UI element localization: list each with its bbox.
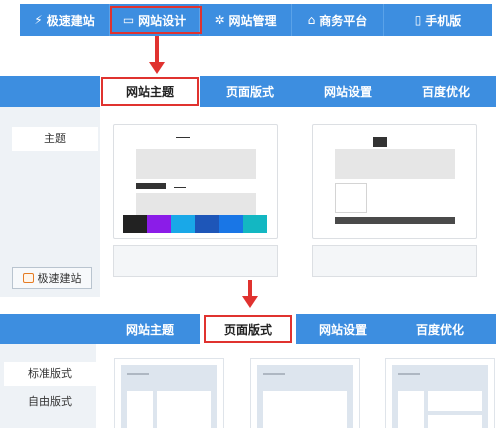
tab-label: 网站主题 bbox=[125, 85, 174, 99]
color-swatch[interactable] bbox=[195, 215, 219, 233]
thumb-banner bbox=[335, 149, 455, 179]
thumb-footer bbox=[335, 217, 455, 224]
nav-mobile[interactable]: ▯ 手机版 bbox=[384, 4, 492, 36]
thumb-logo-bar bbox=[176, 137, 190, 138]
down-arrow-icon bbox=[242, 280, 258, 312]
sidebar-item-label: 主题 bbox=[44, 132, 66, 145]
nav-site-design[interactable]: ▭ 网站设计 bbox=[110, 4, 200, 36]
tab-site-settings[interactable]: 网站设置 bbox=[300, 76, 396, 107]
nav-label: 极速建站 bbox=[46, 13, 95, 28]
tab-bar-theme: 网站主题 页面版式 网站设置 百度优化 bbox=[0, 76, 496, 107]
tab-baidu-seo[interactable]: 百度优化 bbox=[396, 76, 496, 107]
tab-site-settings[interactable]: 网站设置 bbox=[296, 314, 390, 344]
tab-label: 页面版式 bbox=[223, 322, 272, 337]
color-swatch[interactable] bbox=[123, 215, 147, 233]
theme-thumbnail-lower[interactable] bbox=[113, 245, 278, 277]
layout-thumbnail[interactable] bbox=[385, 358, 495, 428]
color-swatch[interactable] bbox=[171, 215, 195, 233]
sidebar-item-label: 标准版式 bbox=[28, 367, 72, 380]
top-nav: ⚡ 极速建站 ▭ 网站设计 ✲ 网站管理 ⌂ 商务平台 ▯ 手机版 bbox=[20, 4, 492, 36]
nav-label: 手机版 bbox=[425, 13, 462, 28]
nav-site-manage[interactable]: ✲ 网站管理 bbox=[200, 4, 292, 36]
thumb-content bbox=[136, 193, 256, 215]
nav-label: 网站管理 bbox=[228, 13, 277, 28]
thumb-block bbox=[136, 183, 166, 189]
layout-thumbnail[interactable] bbox=[250, 358, 360, 428]
color-swatch[interactable] bbox=[219, 215, 243, 233]
tab-bar-layout: 网站主题 页面版式 网站设置 百度优化 bbox=[0, 314, 496, 344]
thumb-banner bbox=[136, 149, 256, 179]
sidebar-item-label: 自由版式 bbox=[28, 395, 72, 408]
monitor-icon: ▭ bbox=[122, 13, 135, 27]
mobile-icon: ▯ bbox=[414, 13, 422, 27]
tab-label: 网站设置 bbox=[318, 322, 367, 337]
down-arrow-icon bbox=[149, 36, 165, 76]
theme-thumbnail[interactable] bbox=[312, 124, 477, 239]
thumb-logo bbox=[373, 137, 387, 147]
tab-label: 页面版式 bbox=[225, 85, 274, 99]
layout-preview bbox=[392, 365, 488, 428]
theme-thumbnail-lower[interactable] bbox=[312, 245, 477, 277]
tab-label: 网站设置 bbox=[323, 85, 372, 99]
layout-preview bbox=[257, 365, 353, 428]
tab-site-theme[interactable]: 网站主题 bbox=[100, 314, 200, 344]
color-swatch[interactable] bbox=[243, 215, 267, 233]
tab-baidu-seo[interactable]: 百度优化 bbox=[390, 314, 490, 344]
home-icon: ⌂ bbox=[307, 13, 316, 27]
nav-business-platform[interactable]: ⌂ 商务平台 bbox=[292, 4, 384, 36]
lightning-icon: ⚡ bbox=[34, 13, 43, 27]
layout-preview bbox=[121, 365, 217, 428]
layout-thumbnail[interactable] bbox=[114, 358, 224, 428]
sidebar-item-theme[interactable]: 主题 bbox=[12, 127, 98, 151]
gear-icon: ✲ bbox=[214, 13, 225, 27]
nav-label: 网站设计 bbox=[138, 13, 187, 28]
sidebar-item-standard-layout[interactable]: 标准版式 bbox=[4, 362, 96, 386]
thumb-line bbox=[174, 187, 186, 188]
tab-label: 百度优化 bbox=[421, 85, 470, 99]
tab-page-layout[interactable]: 页面版式 bbox=[200, 314, 296, 344]
tab-site-theme[interactable]: 网站主题 bbox=[100, 76, 200, 107]
quick-build-icon bbox=[22, 273, 34, 283]
swatch-strip bbox=[123, 215, 269, 233]
color-swatch[interactable] bbox=[147, 215, 171, 233]
quick-build-button[interactable]: 极速建站 bbox=[12, 267, 92, 289]
nav-quick-build[interactable]: ⚡ 极速建站 bbox=[20, 4, 110, 36]
sidebar-item-free-layout[interactable]: 自由版式 bbox=[4, 390, 96, 414]
nav-label: 商务平台 bbox=[319, 13, 368, 28]
tab-label: 网站主题 bbox=[125, 322, 174, 337]
tab-label: 百度优化 bbox=[415, 322, 464, 337]
thumb-side-box bbox=[335, 183, 367, 213]
sidebar-layout: 标准版式 自由版式 bbox=[0, 344, 96, 428]
tab-page-layout[interactable]: 页面版式 bbox=[200, 76, 300, 107]
quick-build-label: 极速建站 bbox=[37, 272, 82, 285]
